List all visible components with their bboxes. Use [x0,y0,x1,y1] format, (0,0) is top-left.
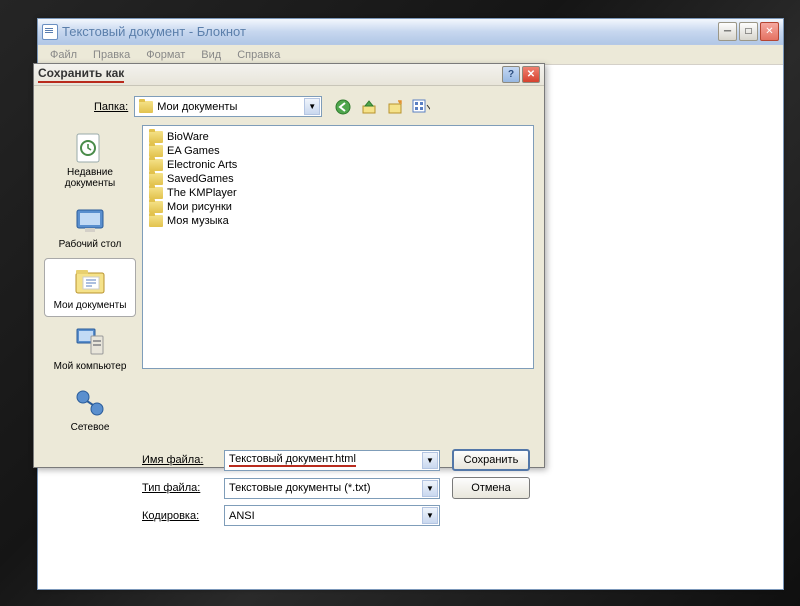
chevron-down-icon[interactable]: ▼ [422,480,438,497]
computer-icon [72,325,108,359]
save-as-dialog: Сохранить как ? ✕ Папка: Мои документы ▼ [33,63,545,468]
folder-icon [149,159,163,171]
list-item[interactable]: The KMPlayer [147,186,529,200]
dialog-titlebar[interactable]: Сохранить как ? ✕ [34,64,544,86]
menu-help[interactable]: Справка [229,47,288,63]
folder-icon [139,101,153,113]
list-item[interactable]: SavedGames [147,172,529,186]
sidebar-network[interactable]: Сетевое [44,380,136,439]
close-button[interactable]: ✕ [760,22,779,41]
folder-icon [149,215,163,227]
menu-file[interactable]: Файл [42,47,85,63]
menubar: Файл Правка Формат Вид Справка [38,45,783,65]
chevron-down-icon[interactable]: ▼ [422,507,438,524]
filetype-label: Тип файла: [142,482,212,494]
file-list[interactable]: BioWare EA Games Electronic Arts SavedGa… [142,125,534,369]
encoding-label: Кодировка: [142,510,212,522]
menu-format[interactable]: Формат [138,47,193,63]
new-folder-icon[interactable] [386,98,404,116]
folder-value: Мои документы [157,101,237,113]
window-controls: ─ □ ✕ [718,22,779,41]
filename-input[interactable]: Текстовый документ.html ▼ [224,450,440,471]
desktop-icon [72,203,108,237]
sidebar-recent[interactable]: Недавние документы [44,125,136,195]
recent-icon [72,131,108,165]
folder-icon [149,145,163,157]
list-item[interactable]: EA Games [147,144,529,158]
list-item[interactable]: Мои рисунки [147,200,529,214]
dialog-close-button[interactable]: ✕ [522,66,540,83]
app-icon [42,24,58,40]
folder-combo[interactable]: Мои документы ▼ [134,96,322,117]
help-button[interactable]: ? [502,66,520,83]
network-icon [72,386,108,420]
folder-icon [149,201,163,213]
places-sidebar: Недавние документы Рабочий стол Мои доку… [44,125,136,439]
dialog-title: Сохранить как [38,66,502,83]
sidebar-computer[interactable]: Мой компьютер [44,319,136,378]
up-icon[interactable] [360,98,378,116]
list-item[interactable]: Моя музыка [147,214,529,228]
chevron-down-icon[interactable]: ▼ [422,452,438,469]
folder-icon [149,173,163,185]
sidebar-mydocs[interactable]: Мои документы [44,258,136,317]
menu-edit[interactable]: Правка [85,47,138,63]
save-button[interactable]: Сохранить [452,449,530,471]
list-item[interactable]: BioWare [147,130,529,144]
folder-icon [149,131,163,143]
menu-view[interactable]: Вид [193,47,229,63]
window-title: Текстовый документ - Блокнот [62,24,718,39]
titlebar[interactable]: Текстовый документ - Блокнот ─ □ ✕ [38,19,783,45]
folder-icon [149,187,163,199]
back-icon[interactable] [334,98,352,116]
list-item[interactable]: Electronic Arts [147,158,529,172]
folder-label: Папка: [94,101,128,113]
view-menu-icon[interactable] [412,98,430,116]
encoding-combo[interactable]: ANSI ▼ [224,505,440,526]
filetype-combo[interactable]: Текстовые документы (*.txt) ▼ [224,478,440,499]
minimize-button[interactable]: ─ [718,22,737,41]
cancel-button[interactable]: Отмена [452,477,530,499]
mydocs-icon [72,264,108,298]
maximize-button[interactable]: □ [739,22,758,41]
sidebar-desktop[interactable]: Рабочий стол [44,197,136,256]
filename-label: Имя файла: [142,454,212,466]
chevron-down-icon[interactable]: ▼ [304,98,320,115]
